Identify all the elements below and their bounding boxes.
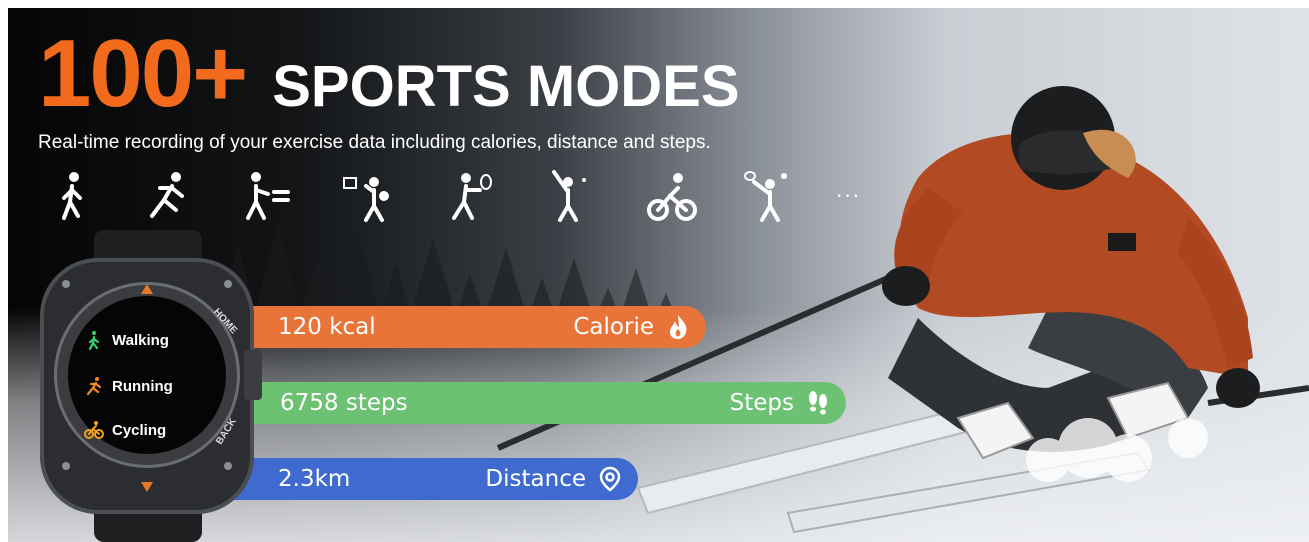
footprints-icon (804, 389, 832, 417)
screw (224, 280, 232, 288)
screw (62, 462, 70, 470)
baseball-icon (542, 168, 602, 228)
watch-mode-running: Running (84, 376, 173, 396)
location-pin-icon (596, 465, 624, 493)
running-icon (86, 377, 102, 396)
calorie-value: 120 kcal (278, 314, 376, 340)
flame-icon (664, 313, 692, 341)
table-tennis-icon (234, 168, 294, 228)
watch-crown (244, 350, 262, 400)
watch-mode-cycling: Cycling (84, 420, 166, 440)
distance-stat-bar: 2.3km Distance (206, 458, 638, 500)
bezel-marker-bottom (141, 482, 153, 492)
screw (224, 462, 232, 470)
watch-screen: Walking Running Cycling (68, 296, 226, 454)
more-sports-indicator: ... (836, 178, 862, 202)
headline: 100+ SPORTS MODES (38, 26, 740, 122)
cycling-icon (84, 421, 104, 439)
steps-stat-bar: 6758 steps Steps (218, 382, 846, 424)
running-icon (136, 168, 196, 228)
cycling-icon (642, 168, 702, 228)
subtitle: Real-time recording of your exercise dat… (38, 132, 711, 153)
sports-modes-banner: 100+ SPORTS MODES Real-time recording of… (8, 8, 1309, 542)
headline-title: SPORTS MODES (272, 54, 740, 119)
watch-mode-label: Running (112, 377, 173, 395)
basketball-icon (340, 168, 400, 228)
calorie-label: Calorie (573, 314, 654, 340)
sports-icon-row: ... (44, 168, 864, 232)
steps-label: Steps (729, 390, 794, 416)
watch-mode-label: Walking (112, 331, 169, 349)
distance-value: 2.3km (278, 466, 351, 492)
headline-number: 100+ (38, 20, 248, 127)
watch-mode-walking: Walking (84, 330, 169, 350)
distance-label: Distance (485, 466, 586, 492)
calorie-stat-bar: 120 kcal Calorie (216, 306, 706, 348)
smartwatch: HOME BACK Walking Running Cycling (32, 230, 262, 542)
bezel-marker-top (141, 284, 153, 294)
walking-icon (88, 331, 100, 350)
tennis-icon (440, 168, 500, 228)
badminton-icon (740, 168, 800, 228)
watch-mode-label: Cycling (112, 421, 167, 439)
screw (62, 280, 70, 288)
walking-icon (44, 168, 104, 228)
steps-value: 6758 steps (280, 390, 408, 416)
